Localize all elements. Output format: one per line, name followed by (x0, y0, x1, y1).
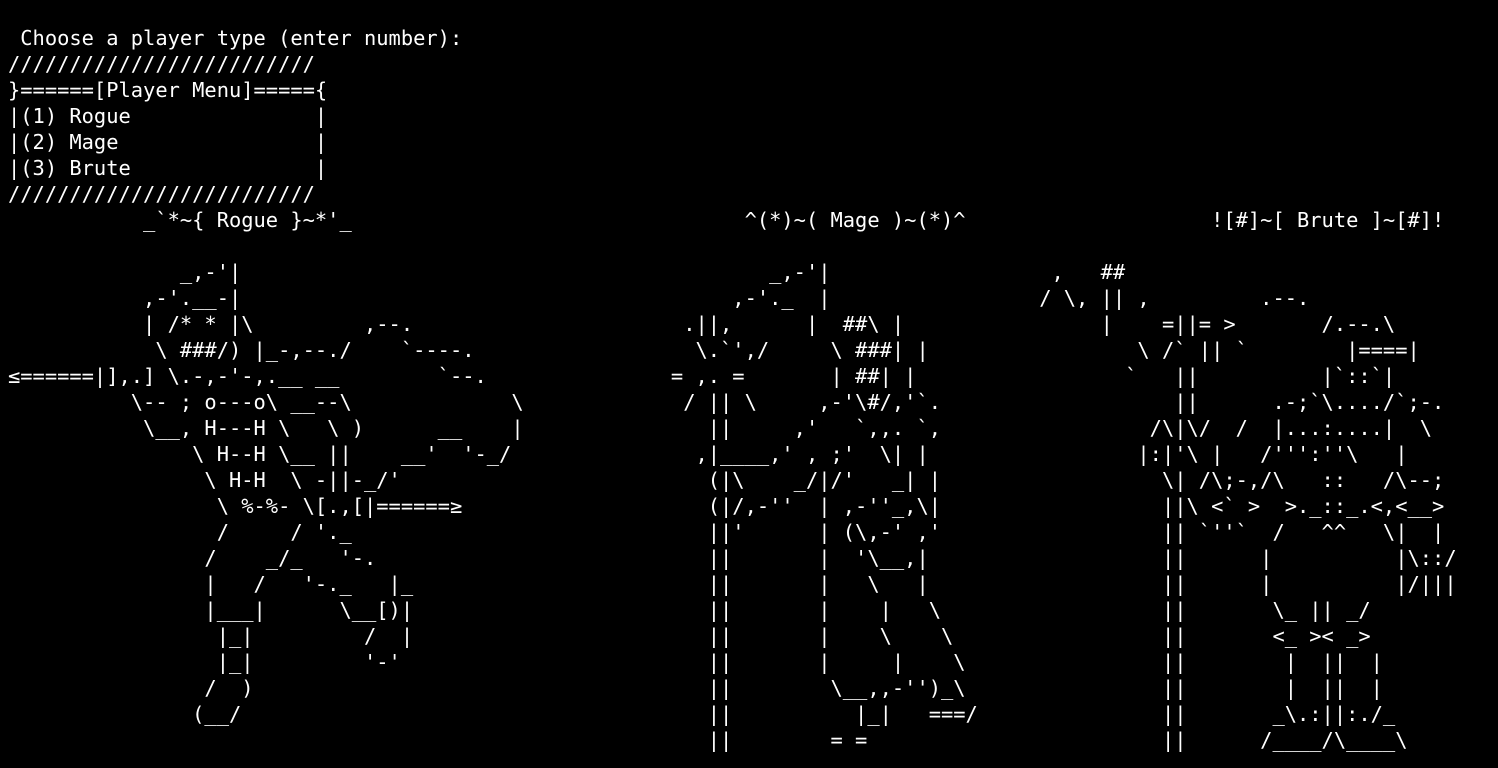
art-line: \-- ; o---o\ __--\ \ / || \ ,-'\#/,'`. |… (8, 390, 1445, 414)
menu-option-mage: |(2) Mage | (8, 130, 328, 154)
player-type-prompt: Choose a player type (enter number): (8, 26, 463, 50)
art-line: \ ###/) |_-,--./ `----. \.`',/ \ ###| | … (8, 338, 1420, 362)
art-line: | / '-._ |_ || | \ | || | |/||| (8, 572, 1457, 596)
art-line: |_| '-' || | | \ || | || | (8, 650, 1383, 674)
art-line: ≤======|],.] \.-,-'-,.__ __ `--. = ,. = … (8, 364, 1396, 388)
art-line: |_| / | || | \ \ || <_ >< _> (8, 624, 1371, 648)
art-line: \ H-H \ -||-_/' (|\ _/|/' _| | \| /\;-,/… (8, 468, 1445, 492)
character-titles: _`*~{ Rogue }~*'_ ^(*)~( Mage )~(*)^ ![#… (8, 208, 1445, 232)
art-line: ,-'.__-| ,-'._ | / \, || , .--. (8, 286, 1310, 310)
player-menu: ///////////////////////// }======[Player… (8, 51, 1498, 207)
art-line: / _/_ '-. || | '\__,| || | |\::/ (8, 546, 1457, 570)
art-line: | /* * |\ ,--. .||, | ##\ | | =||= > /.-… (8, 312, 1396, 336)
art-line: \ H--H \__ || __' '-_/ ,|____,' , ;' \| … (8, 442, 1408, 466)
art-line: |___| \__[)| || | | \ || \_ || _/ (8, 598, 1371, 622)
character-ascii-art: _,-'| _,-'| , ## ,-'.__-| ,-'._ | / \, |… (8, 233, 1498, 753)
art-line: \ %-%- \[.,[|======≥ (|/,-'' | ,-''_,\| … (8, 494, 1445, 518)
art-line: / ) || \__,,-'')_\ || | || | (8, 676, 1383, 700)
art-line: \__, H---H \ \ ) __ | || ,' `,,. `, /\|\… (8, 416, 1433, 440)
art-line (8, 233, 1498, 259)
menu-option-rogue: |(1) Rogue | (8, 104, 328, 128)
menu-option-brute: |(3) Brute | (8, 156, 328, 180)
menu-border-top: ///////////////////////// (8, 52, 315, 76)
art-line: / / '._ ||' | (\,-' ,' || `''` / ^^ \| | (8, 520, 1445, 544)
art-line: _,-'| _,-'| , ## (8, 260, 1126, 284)
menu-border-bottom: ///////////////////////// (8, 182, 315, 206)
art-line: || = = || /____/\____\ (8, 728, 1408, 752)
art-line: (__/ || |_| ===/ || _\.:||:./_ (8, 702, 1396, 726)
terminal-output: Choose a player type (enter number): ///… (8, 25, 1498, 753)
menu-header: }======[Player Menu]====={ (8, 78, 328, 102)
